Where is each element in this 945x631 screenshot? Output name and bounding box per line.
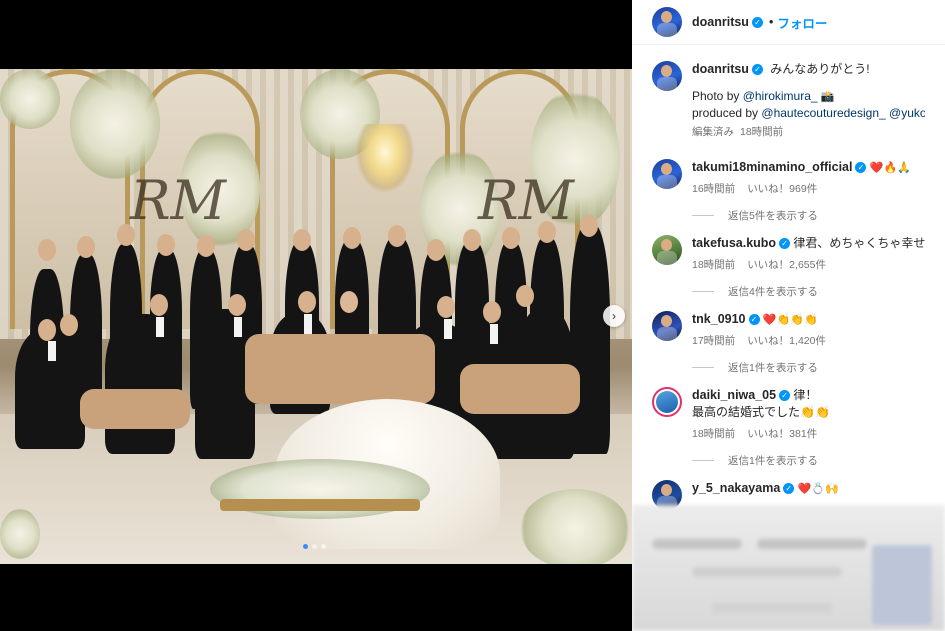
comment-likes[interactable]: いいね！969件: [747, 181, 817, 198]
follow-button[interactable]: フォロー: [777, 13, 827, 32]
comment-likes[interactable]: いいね！1,420件: [747, 333, 826, 350]
carousel-indicator: [303, 544, 326, 549]
comment-text: ❤️👏👏👏: [762, 313, 818, 326]
carousel-dot: [321, 544, 326, 549]
post-caption: doanritsu ✓ みんなありがとう! Photo by @hirokimur…: [632, 45, 945, 141]
comment-text-line-2: 最高の結婚式でした👏👏: [692, 405, 830, 419]
avatar[interactable]: [652, 235, 682, 265]
verified-badge-icon: ✓: [783, 483, 795, 495]
avatar[interactable]: [652, 7, 682, 37]
verified-badge-icon: ✓: [751, 64, 763, 76]
comment-username[interactable]: takumi18minamino_official: [692, 160, 852, 174]
verified-badge-icon: ✓: [855, 162, 867, 174]
producer-mention-2[interactable]: @yuko33noga: [889, 106, 925, 120]
edited-label: 編集済み: [692, 126, 734, 138]
caption-author-username[interactable]: doanritsu: [692, 62, 749, 76]
camera-icon: 📸: [820, 90, 835, 103]
carousel-dot: [303, 544, 308, 549]
photographer-mention[interactable]: @hirokimura_: [743, 89, 818, 103]
comment-likes[interactable]: いいね！2,655件: [747, 257, 826, 274]
avatar[interactable]: [652, 311, 682, 341]
comment-likes[interactable]: いいね！381件: [747, 426, 817, 443]
view-replies-label: 返信1件を表示する: [728, 455, 818, 467]
carousel-dot: [312, 544, 317, 549]
comment-text: ❤️🔥🙏: [869, 161, 911, 174]
carousel-next-button[interactable]: ›: [603, 305, 625, 327]
avatar[interactable]: [652, 159, 682, 189]
verified-badge-icon: ✓: [748, 314, 760, 326]
view-replies-label: 返信1件を表示する: [728, 362, 818, 374]
follow-separator: •: [768, 15, 774, 29]
photo-by-label: Photo by: [692, 89, 743, 103]
post-time: 18時間前: [740, 126, 784, 138]
view-replies-label: 返信4件を表示する: [728, 286, 818, 298]
caption-text: みんなありがとう!: [770, 62, 870, 76]
verified-badge-icon: ✓: [779, 238, 791, 250]
view-replies-button[interactable]: 返信4件を表示する: [692, 284, 925, 299]
avatar[interactable]: [652, 387, 682, 417]
comment-time: 16時間前: [692, 183, 736, 195]
view-replies-label: 返信5件を表示する: [728, 210, 818, 222]
comment: takumi18minamino_official ✓ ❤️🔥🙏 16時間前 いい…: [652, 159, 925, 223]
comment-username[interactable]: tnk_0910: [692, 312, 746, 326]
produced-by-label: produced by: [692, 106, 762, 120]
chevron-right-icon: ›: [612, 309, 616, 323]
comment-username[interactable]: y_5_nakayama: [692, 481, 780, 495]
verified-badge-icon: ✓: [779, 390, 791, 402]
comment-time: 18時間前: [692, 428, 736, 440]
view-replies-button[interactable]: 返信1件を表示する: [692, 360, 925, 375]
comment-username[interactable]: takefusa.kubo: [692, 236, 776, 250]
avatar[interactable]: [652, 61, 682, 91]
post-media: RM RM ›: [0, 0, 632, 631]
comment: tnk_0910 ✓ ❤️👏👏👏 17時間前 いいね！1,420件 返信1件を表示…: [652, 311, 925, 375]
view-replies-button[interactable]: 返信5件を表示する: [692, 208, 925, 223]
comment-username[interactable]: daiki_niwa_05: [692, 388, 776, 402]
comment: takefusa.kubo✓ 律君、めちゃくちゃ幸せ！❤️最高 18時間前 いい…: [652, 235, 925, 299]
comment-text: ❤️💍🙌: [797, 482, 839, 495]
post-side-panel: doanritsu ✓ • フォロー doanritsu ✓ みんなありがとう! …: [632, 0, 945, 631]
post-author-username[interactable]: doanritsu: [692, 15, 749, 29]
view-replies-button[interactable]: 返信1件を表示する: [692, 453, 925, 468]
comment-time: 17時間前: [692, 335, 736, 347]
comment: daiki_niwa_05 ✓ 律！ 最高の結婚式でした👏👏 18時間前 いいね！…: [652, 387, 925, 468]
producer-mention[interactable]: @hautecouturedesign_: [761, 106, 885, 120]
verified-badge-icon: ✓: [751, 16, 763, 28]
comments-list: takumi18minamino_official ✓ ❤️🔥🙏 16時間前 いい…: [632, 159, 945, 510]
comment-text: 律君、めちゃくちゃ幸せ！❤️最高: [793, 236, 925, 250]
comment-time: 18時間前: [692, 259, 736, 271]
wedding-photo[interactable]: RM RM: [0, 69, 632, 564]
blurred-overlay: [632, 505, 945, 631]
post-header: doanritsu ✓ • フォロー: [632, 0, 945, 45]
comment-text: 律！: [793, 388, 818, 402]
